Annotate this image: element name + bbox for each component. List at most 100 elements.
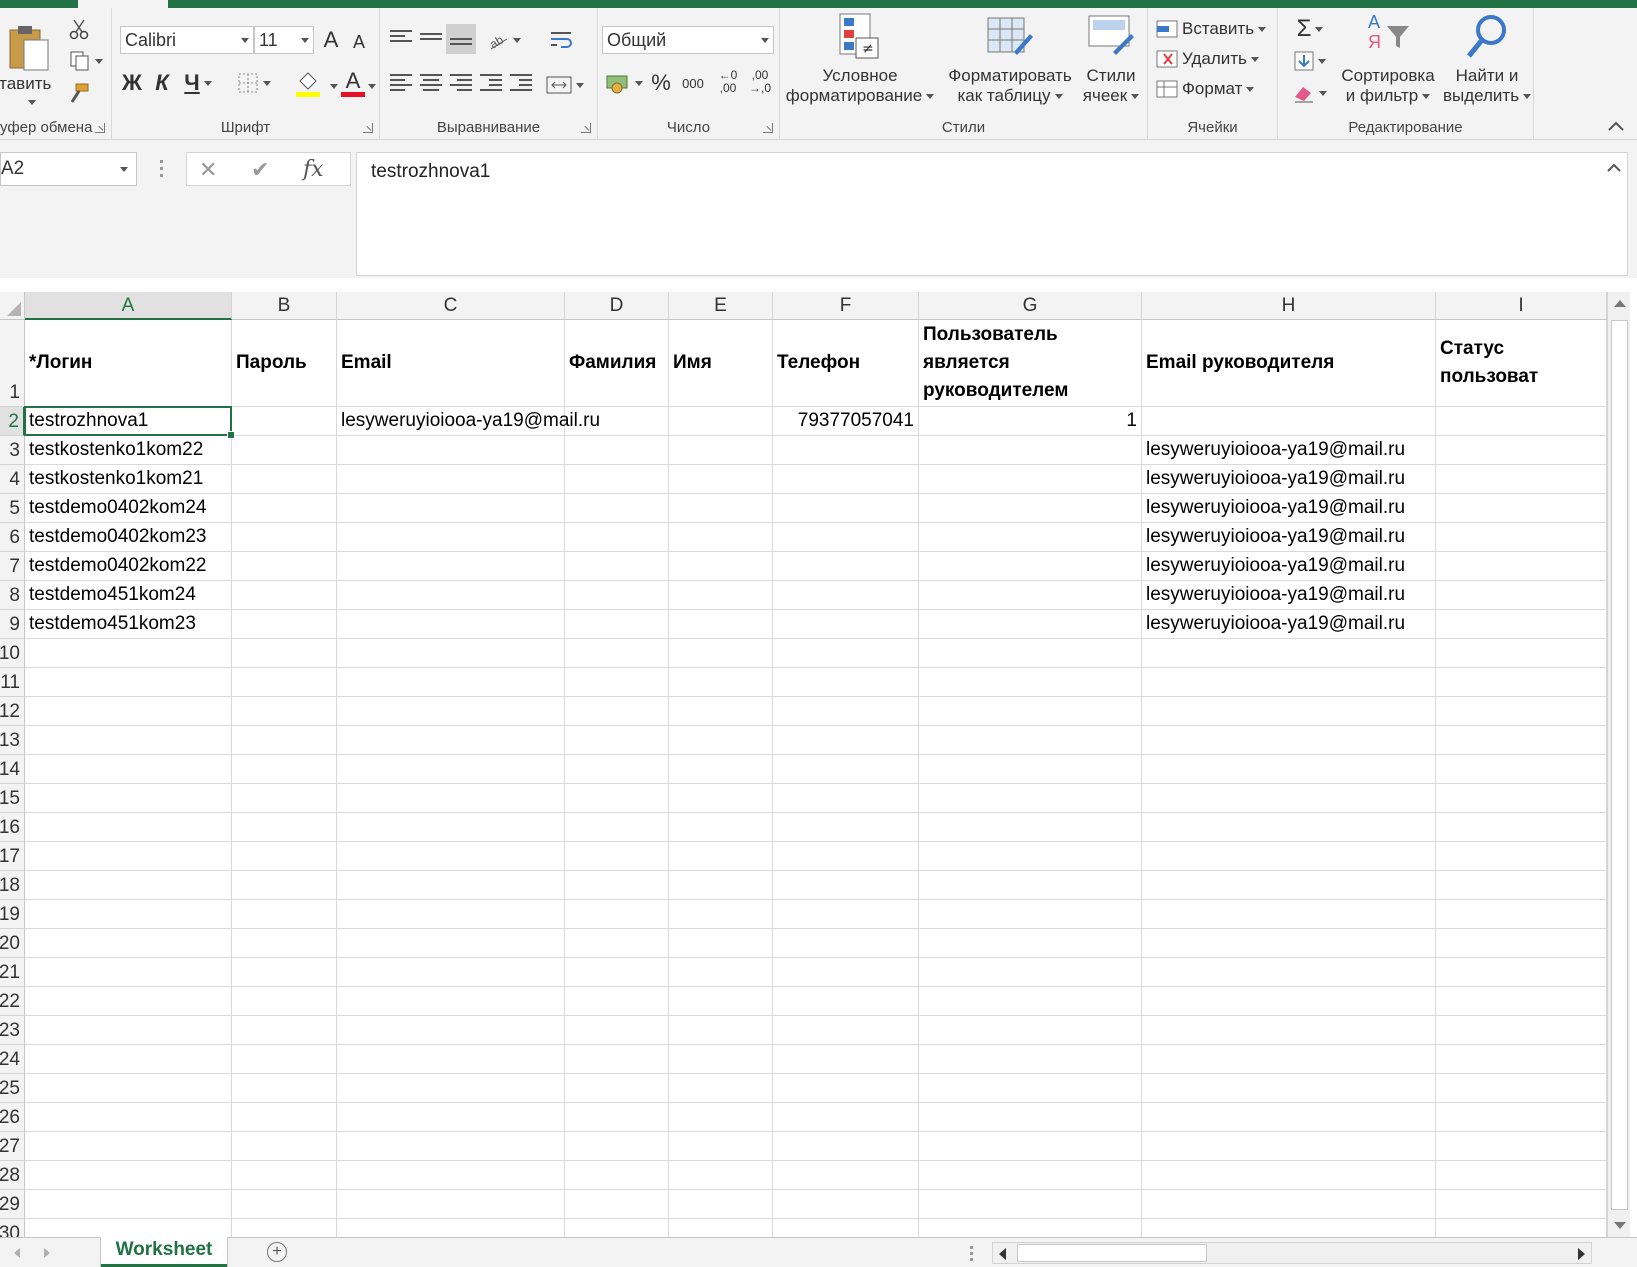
cell-e16[interactable] [669,813,773,842]
row-header-29[interactable]: 29 [0,1190,25,1219]
underline-button[interactable]: Ч [178,68,218,98]
cell-i20[interactable] [1436,929,1607,958]
cell-i23[interactable] [1436,1016,1607,1045]
cell-i21[interactable] [1436,958,1607,987]
cell-a8[interactable]: testdemo451kom24 [25,581,232,610]
cell-f1[interactable]: Телефон [773,320,919,407]
cell-b20[interactable] [232,929,337,958]
format-cells-button[interactable]: Формат [1156,76,1276,102]
prev-sheet-arrow[interactable] [14,1248,20,1258]
increase-decimal-button[interactable]: ←0 ,00 [714,64,742,100]
row-header-17[interactable]: 17 [0,842,25,871]
horizontal-scrollbar[interactable] [992,1242,1592,1264]
cell-h19[interactable] [1142,900,1436,929]
cell-g7[interactable] [919,552,1142,581]
row-header-26[interactable]: 26 [0,1103,25,1132]
cell-c5[interactable] [337,494,565,523]
cell-c8[interactable] [337,581,565,610]
cell-i2[interactable] [1436,407,1607,436]
cell-d9[interactable] [565,610,669,639]
column-header-b[interactable]: B [232,292,337,320]
cell-c29[interactable] [337,1190,565,1219]
next-sheet-arrow[interactable] [44,1248,50,1258]
font-launcher[interactable] [363,123,373,133]
cell-e14[interactable] [669,755,773,784]
cell-e18[interactable] [669,871,773,900]
cell-e6[interactable] [669,523,773,552]
cell-g22[interactable] [919,987,1142,1016]
collapse-formula-bar-icon[interactable] [1607,163,1621,173]
cell-d8[interactable] [565,581,669,610]
cell-a29[interactable] [25,1190,232,1219]
cell-c19[interactable] [337,900,565,929]
cell-a11[interactable] [25,668,232,697]
cell-b27[interactable] [232,1132,337,1161]
cell-e20[interactable] [669,929,773,958]
cell-e11[interactable] [669,668,773,697]
cell-e30[interactable] [669,1219,773,1237]
cell-f14[interactable] [773,755,919,784]
cell-d24[interactable] [565,1045,669,1074]
cell-h12[interactable] [1142,697,1436,726]
cell-f17[interactable] [773,842,919,871]
column-header-d[interactable]: D [565,292,669,320]
cell-b30[interactable] [232,1219,337,1237]
cell-a12[interactable] [25,697,232,726]
cell-c2[interactable]: lesyweruyioiooa-ya19@mail.ru [337,407,600,436]
add-sheet-button[interactable]: + [267,1242,287,1262]
cell-a2[interactable]: testrozhnova1 [25,407,232,436]
cell-d18[interactable] [565,871,669,900]
cell-g30[interactable] [919,1219,1142,1237]
cell-i25[interactable] [1436,1074,1607,1103]
cell-d26[interactable] [565,1103,669,1132]
cell-d13[interactable] [565,726,669,755]
align-right-icon[interactable] [450,74,472,92]
cell-e21[interactable] [669,958,773,987]
cell-f9[interactable] [773,610,919,639]
cell-i9[interactable] [1436,610,1607,639]
cell-e10[interactable] [669,639,773,668]
cell-g27[interactable] [919,1132,1142,1161]
cell-e15[interactable] [669,784,773,813]
insert-function-icon[interactable]: fx [303,157,324,182]
cell-h14[interactable] [1142,755,1436,784]
cell-a15[interactable] [25,784,232,813]
cell-g10[interactable] [919,639,1142,668]
cell-b10[interactable] [232,639,337,668]
align-left-icon[interactable] [390,74,412,92]
cell-c15[interactable] [337,784,565,813]
cell-a3[interactable]: testkostenko1kom22 [25,436,232,465]
row-header-19[interactable]: 19 [0,900,25,929]
row-header-18[interactable]: 18 [0,871,25,900]
cell-f20[interactable] [773,929,919,958]
cell-g16[interactable] [919,813,1142,842]
cell-i5[interactable] [1436,494,1607,523]
cell-a20[interactable] [25,929,232,958]
cell-g6[interactable] [919,523,1142,552]
paste-button[interactable]: ставить [0,14,60,114]
cell-c6[interactable] [337,523,565,552]
cell-e23[interactable] [669,1016,773,1045]
cell-f18[interactable] [773,871,919,900]
cell-i1[interactable]: Статус пользоват [1436,320,1607,407]
percent-button[interactable]: % [648,68,674,98]
cell-a1[interactable]: *Логин [25,320,232,407]
cell-d5[interactable] [565,494,669,523]
cell-c17[interactable] [337,842,565,871]
row-header-28[interactable]: 28 [0,1161,25,1190]
cell-b21[interactable] [232,958,337,987]
cell-h10[interactable] [1142,639,1436,668]
sort-filter-button[interactable]: А Я Сортировка и фильтр [1336,12,1440,116]
cell-d27[interactable] [565,1132,669,1161]
column-header-e[interactable]: E [669,292,773,320]
cell-f27[interactable] [773,1132,919,1161]
cell-g18[interactable] [919,871,1142,900]
cell-d15[interactable] [565,784,669,813]
cell-b24[interactable] [232,1045,337,1074]
row-header-25[interactable]: 25 [0,1074,25,1103]
select-all-corner[interactable] [0,292,25,320]
cell-f8[interactable] [773,581,919,610]
cell-e13[interactable] [669,726,773,755]
cell-i10[interactable] [1436,639,1607,668]
cell-b8[interactable] [232,581,337,610]
